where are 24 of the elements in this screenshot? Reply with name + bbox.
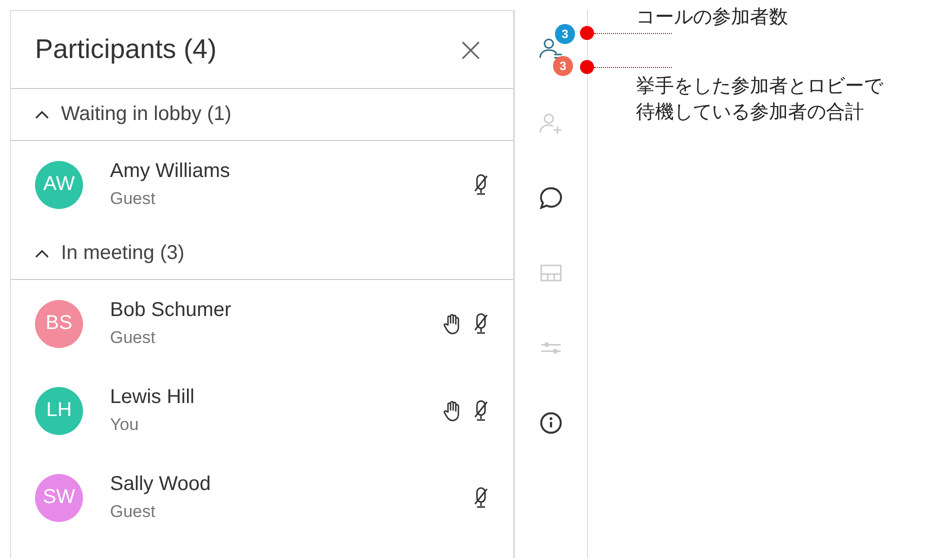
participant-role: You <box>110 415 140 435</box>
callout-dot <box>580 60 594 74</box>
callout-dot <box>580 26 594 40</box>
count-badge: 3 <box>555 24 575 44</box>
participant-name: Bob Schumer <box>110 299 232 322</box>
chat-icon <box>538 185 564 211</box>
participant-name: Amy Williams <box>110 160 231 183</box>
annotation-text: 挙手をした参加者とロビーで待機している参加者の合計 <box>636 74 884 125</box>
participant-role: Guest <box>110 189 156 209</box>
chevron-icon <box>35 110 49 119</box>
chevron-icon <box>35 249 49 258</box>
avatar: SW <box>35 474 83 522</box>
participant-role: Guest <box>110 502 156 522</box>
participant-name: Lewis Hill <box>110 386 196 409</box>
close-button[interactable]: × <box>452 30 489 70</box>
annotation-text: コールの参加者数 <box>636 5 788 30</box>
info-icon <box>538 410 564 436</box>
count-badge: 3 <box>553 56 573 76</box>
avatar: AW <box>35 160 83 208</box>
avatar: LH <box>35 386 83 434</box>
participant-name: Sally Wood <box>110 473 212 496</box>
participant-role: Guest <box>110 328 156 348</box>
avatar: BS <box>35 300 83 348</box>
panel-title: Participants (4) <box>35 34 217 65</box>
